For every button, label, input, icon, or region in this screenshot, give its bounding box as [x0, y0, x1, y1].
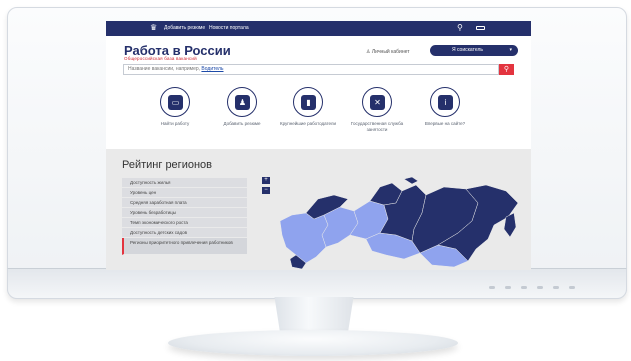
service-label: Впервые на сайте? — [424, 121, 466, 126]
search-button[interactable]: ⚲ — [499, 64, 514, 75]
rating-title: Рейтинг регионов — [122, 159, 212, 171]
site-logo-subtitle: Общероссийская база вакансий — [124, 56, 197, 61]
add-resume-link[interactable]: Добавить резюме — [164, 25, 205, 32]
accessibility-icon[interactable] — [476, 26, 485, 30]
service-add-resume[interactable]: ♟ Добавить резюме — [212, 87, 272, 127]
rating-menu-item[interactable]: Доступность жилья — [122, 178, 247, 188]
resume-icon: ♟ — [235, 95, 250, 110]
monitor-button — [505, 286, 511, 289]
service-icon-circle: ♟ — [227, 87, 257, 117]
monitor-stand-base — [168, 330, 458, 356]
service-icon-circle: ✕ — [362, 87, 392, 117]
monitor-button — [521, 286, 527, 289]
russia-regions-map[interactable] — [262, 177, 522, 270]
rating-menu-item[interactable]: Доступность детских садов — [122, 228, 247, 238]
monitor-chin — [7, 268, 627, 299]
search-icon: ⚲ — [503, 66, 510, 73]
service-employment-service[interactable]: ✕ Государственная служба занятости — [347, 87, 407, 132]
service-first-time[interactable]: i Впервые на сайте? — [415, 87, 475, 127]
rating-menu-item[interactable]: Уровень цен — [122, 188, 247, 198]
rating-menu-item-active[interactable]: Регионы приоритетного привлечения работн… — [122, 238, 247, 255]
chevron-down-icon: ▾ — [509, 47, 512, 53]
role-select-button[interactable]: Я соискатель ▾ — [430, 45, 518, 56]
service-label: Государственная служба занятости — [350, 121, 404, 132]
service-icon-circle: ▮ — [293, 87, 323, 117]
website-screen: ♛ Добавить резюме Новости портала ⚲ Рабо… — [106, 21, 531, 270]
top-bar: ♛ Добавить резюме Новости портала ⚲ — [106, 21, 531, 36]
service-label: Добавить резюме — [223, 121, 261, 126]
rating-menu-item[interactable]: Средняя заработная плата — [122, 198, 247, 208]
service-icon-circle: ▭ — [160, 87, 190, 117]
service-employers[interactable]: ▮ Крупнейшие работодатели — [278, 87, 338, 127]
search-example-link[interactable]: Водитель — [201, 66, 223, 72]
personal-cabinet-link[interactable]: ♙ Личный кабинет — [366, 48, 410, 56]
portal-news-link[interactable]: Новости портала — [209, 25, 249, 32]
service-icon-circle: i — [430, 87, 460, 117]
monitor-button — [489, 286, 495, 289]
search-icon[interactable]: ⚲ — [457, 24, 463, 32]
employers-icon: ▮ — [301, 95, 316, 110]
map-region-taimyr-islands — [403, 177, 419, 185]
service-label: Крупнейшие работодатели — [279, 121, 337, 126]
coat-of-arms-icon: ♛ — [150, 23, 158, 32]
monitor-button — [569, 286, 575, 289]
hammer-wrench-icon: ✕ — [370, 95, 385, 110]
user-icon: ♙ — [366, 49, 371, 55]
rating-menu-item[interactable]: Темп экономического роста — [122, 218, 247, 228]
rating-menu-item[interactable]: Уровень безработицы — [122, 208, 247, 218]
personal-cabinet-label: Личный кабинет — [371, 49, 410, 55]
service-label: Найти работу — [160, 121, 190, 126]
vacancy-search-input[interactable]: Название вакансии, например, Водитель — [123, 64, 499, 75]
monitor-button — [553, 286, 559, 289]
monitor-button — [537, 286, 543, 289]
map-region-west — [279, 212, 329, 264]
search-placeholder: Название вакансии, например, — [128, 66, 201, 72]
info-icon: i — [438, 95, 453, 110]
service-find-job[interactable]: ▭ Найти работу — [145, 87, 205, 127]
briefcase-icon: ▭ — [168, 95, 183, 110]
role-select-label: Я соискатель — [452, 47, 483, 53]
